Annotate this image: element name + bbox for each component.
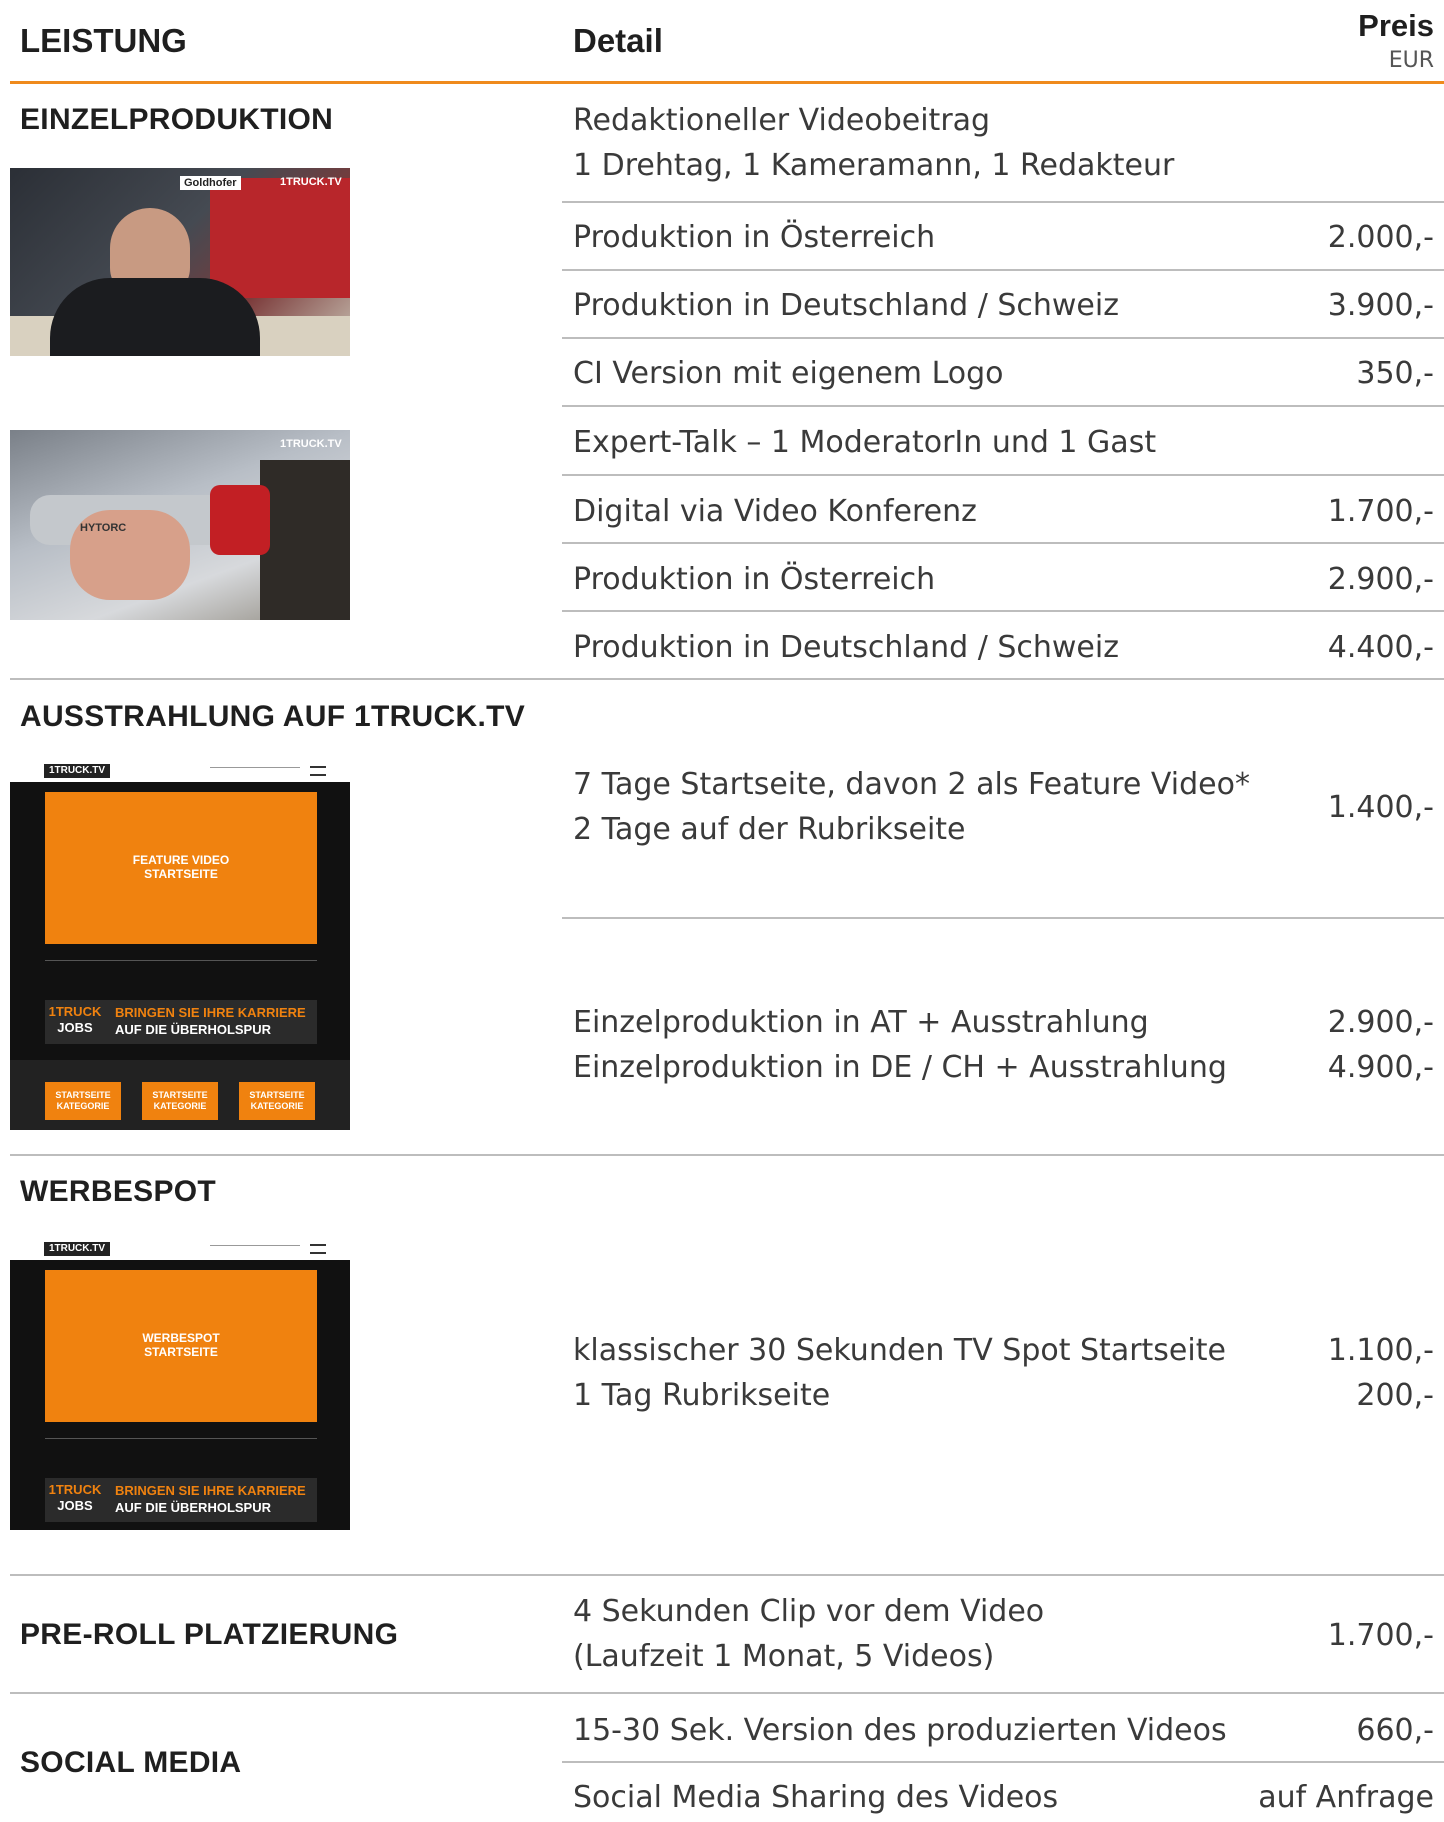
einzel-intro-1: Redaktioneller Videobeitrag xyxy=(573,103,991,138)
section-title-social: SOCIAL MEDIA xyxy=(20,1746,242,1779)
ausstrahlung-line-2: 2 Tage auf der Rubrikseite xyxy=(573,812,966,847)
ausstrahlung-line-1: 7 Tage Startseite, davon 2 als Feature V… xyxy=(573,767,1250,802)
section-title-einzelproduktion: EINZELPRODUKTION xyxy=(20,103,334,136)
section-title-werbespot: WERBESPOT xyxy=(20,1175,217,1208)
einzel-row-price: 3.900,- xyxy=(1327,288,1434,323)
tool-photo: 1TRUCK.TV HYTORC xyxy=(10,430,350,620)
einzel-row-price: 2.900,- xyxy=(1327,562,1434,597)
menu-icon xyxy=(310,1244,326,1254)
section-title-ausstrahlung: AUSSTRAHLUNG AUF 1TRUCK.TV xyxy=(20,700,526,733)
menu-icon xyxy=(310,766,326,776)
einzel-row-detail: Digital via Video Konferenz xyxy=(573,494,977,529)
combo-price-1: 2.900,- xyxy=(1327,1005,1434,1040)
werbespot-price-2: 200,- xyxy=(1356,1378,1434,1413)
werbespot-price-1: 1.100,- xyxy=(1327,1333,1434,1368)
col-header-detail: Detail xyxy=(573,22,663,59)
werbespot-line-2: 1 Tag Rubrikseite xyxy=(573,1378,831,1413)
social-row-detail: 15-30 Sek. Version des produzierten Vide… xyxy=(573,1713,1227,1748)
col-header-price: Preis xyxy=(1358,8,1434,43)
einzel-row-price: 2.000,- xyxy=(1327,220,1434,255)
header-divider xyxy=(10,81,1444,84)
website-mockup-werbespot: 1TRUCK.TV WERBESPOT STARTSEITE 1TRUCK JOB… xyxy=(10,1238,350,1530)
einzel-row-detail: CI Version mit eigenem Logo xyxy=(573,356,1004,391)
section-divider xyxy=(10,1692,1444,1694)
combo-price-2: 4.900,- xyxy=(1327,1050,1434,1085)
section-divider xyxy=(10,1154,1444,1156)
preroll-price: 1.700,- xyxy=(1327,1618,1434,1653)
combo-line-1: Einzelproduktion in AT + Ausstrahlung xyxy=(573,1005,1149,1040)
einzel-row-detail: Expert-Talk – 1 ModeratorIn und 1 Gast xyxy=(573,425,1157,460)
section-title-preroll: PRE-ROLL PLATZIERUNG xyxy=(20,1618,399,1651)
col-header-service: LEISTUNG xyxy=(20,22,187,59)
einzel-row-price: 350,- xyxy=(1356,356,1434,391)
einzel-row-price: 4.400,- xyxy=(1327,630,1434,665)
preroll-line-1: 4 Sekunden Clip vor dem Video xyxy=(573,1594,1045,1629)
combo-line-2: Einzelproduktion in DE / CH + Ausstrahlu… xyxy=(573,1050,1227,1085)
social-row-price: auf Anfrage xyxy=(1258,1780,1434,1815)
einzel-row-price: 1.700,- xyxy=(1327,494,1434,529)
interview-photo: Goldhofer 1TRUCK.TV xyxy=(10,168,350,356)
werbespot-line-1: klassischer 30 Sekunden TV Spot Startsei… xyxy=(573,1333,1226,1368)
einzel-row-detail: Produktion in Österreich xyxy=(573,562,936,597)
website-mockup-feature: 1TRUCK.TV FEATURE VIDEO STARTSEITE 1TRUC… xyxy=(10,760,350,1130)
einzel-intro-2: 1 Drehtag, 1 Kameramann, 1 Redakteur xyxy=(573,148,1175,183)
section-divider xyxy=(10,678,1444,680)
einzel-row-detail: Produktion in Österreich xyxy=(573,220,936,255)
section-divider xyxy=(10,1574,1444,1576)
preroll-line-2: (Laufzeit 1 Monat, 5 Videos) xyxy=(573,1639,995,1674)
einzel-row-detail: Produktion in Deutschland / Schweiz xyxy=(573,288,1119,323)
col-header-currency: EUR xyxy=(1388,48,1434,73)
social-row-detail: Social Media Sharing des Videos xyxy=(573,1780,1059,1815)
ausstrahlung-price: 1.400,- xyxy=(1327,790,1434,825)
social-row-price: 660,- xyxy=(1356,1713,1434,1748)
einzel-row-detail: Produktion in Deutschland / Schweiz xyxy=(573,630,1119,665)
